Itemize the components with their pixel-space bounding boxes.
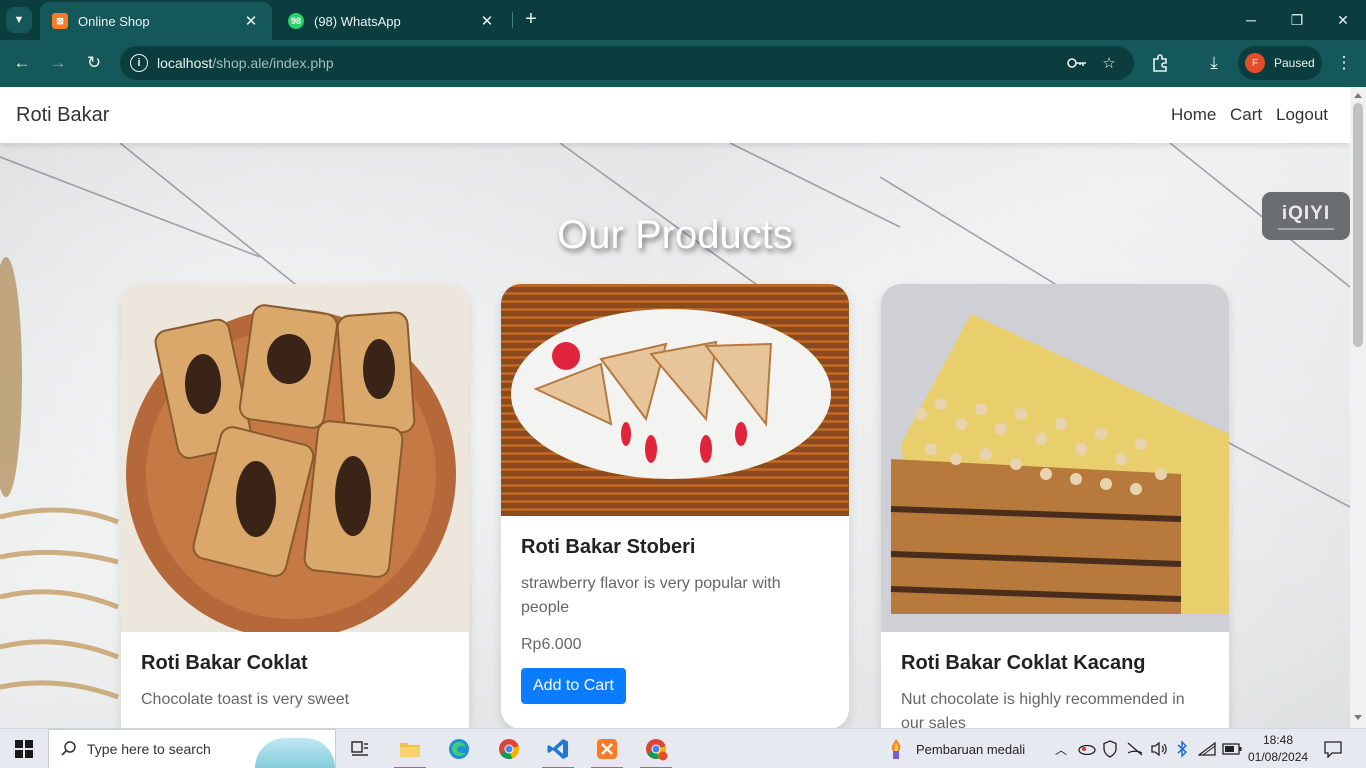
file-explorer-icon[interactable] [386,729,434,768]
product-price: Rp6.000 [521,636,582,653]
download-icon[interactable]: ⤓ [1202,51,1226,75]
task-view-icon[interactable] [336,729,384,768]
address-bar[interactable]: i localhost/shop.ale/index.php ☆ [120,46,1134,80]
iqiyi-logo[interactable]: iQIYI [1262,192,1350,240]
product-card-body: Roti Bakar Stoberi strawberry flavor is … [501,516,849,704]
profile-status: Paused [1274,56,1315,70]
tab-online-shop[interactable]: ⊠ Online Shop ✕ [40,2,272,40]
volume-icon[interactable] [1150,729,1168,768]
reload-button[interactable]: ↻ [82,51,106,75]
search-highlight-art [255,738,335,768]
chocolate-toast-photo [121,284,469,632]
product-name: Roti Bakar Coklat [141,652,308,674]
search-placeholder: Type here to search [87,741,211,757]
tab-title: Online Shop [78,13,150,29]
tab-whatsapp[interactable]: 98 (98) WhatsApp ✕ [276,2,508,40]
url-text[interactable]: localhost/shop.ale/index.php [157,55,334,71]
chrome-icon[interactable] [485,729,533,768]
close-icon[interactable]: ✕ [478,12,496,30]
product-card: Roti Bakar Stoberi strawberry flavor is … [501,284,849,728]
product-card: Roti Bakar Coklat Chocolate toast is ver… [121,284,469,728]
product-card: Roti Bakar Coklat Kacang Nut chocolate i… [881,284,1229,728]
page-scrollbar[interactable] [1350,87,1366,728]
forward-button[interactable]: → [46,51,70,75]
extensions-icon[interactable] [1148,51,1172,75]
browser-tab-bar: ▼ ⊠ Online Shop ✕ 98 (98) WhatsApp ✕ + ─… [0,0,1366,40]
url-host: localhost [157,55,213,71]
xampp-icon: ⊠ [52,13,68,29]
bookmark-star-icon[interactable]: ☆ [1098,52,1120,74]
security-shield-icon[interactable] [1102,729,1118,768]
windows-logo-icon [15,740,33,758]
minimize-button[interactable]: ─ [1228,0,1274,40]
menu-kebab-icon[interactable]: ⋮ [1332,51,1356,75]
edge-icon[interactable] [435,729,483,768]
tray-overflow-icon[interactable]: ︿ [1055,729,1067,768]
product-description: Nut chocolate is highly recommended in o… [901,691,1185,728]
tab-title: (98) WhatsApp [314,13,401,29]
windows-taskbar: Type here to search Pembaruan medali ︿ 1… [0,728,1366,768]
scroll-down-arrow[interactable] [1354,715,1362,720]
search-icon [61,741,76,756]
site-info-icon[interactable]: i [130,54,148,72]
clock-date: 01/08/2024 [1248,750,1309,764]
new-tab-button[interactable]: + [520,8,542,30]
whatsapp-icon: 98 [288,13,304,29]
battery-icon[interactable] [1222,729,1242,768]
start-button[interactable] [0,729,48,768]
iqiyi-logo-text: iQIYI [1281,202,1331,224]
xampp-icon[interactable] [583,729,631,768]
product-card-body: Roti Bakar Coklat Chocolate toast is ver… [121,632,469,712]
nav-cart-link[interactable]: Cart [1230,105,1262,125]
product-description: Chocolate toast is very sweet [141,691,350,708]
nav-home-link[interactable]: Home [1171,105,1216,125]
product-card-body: Roti Bakar Coklat Kacang Nut chocolate i… [881,632,1229,728]
strawberry-toast-photo [501,284,849,516]
wifi-icon[interactable] [1198,729,1216,768]
taskbar-search[interactable]: Type here to search [48,729,336,768]
product-name: Roti Bakar Stoberi [521,536,696,558]
browser-toolbar: ← → ↻ i localhost/shop.ale/index.php ☆ ⤓… [0,40,1366,87]
page-title: Our Products [557,213,793,257]
bluetooth-icon[interactable] [1176,729,1188,768]
avatar: F [1245,53,1265,73]
nut-chocolate-toast-photo [881,284,1229,632]
chrome-profile-icon[interactable] [632,729,680,768]
network-off-icon[interactable] [1126,729,1144,768]
restore-button[interactable]: ❐ [1274,0,1320,40]
clock-time: 18:48 [1262,733,1294,747]
profile-button[interactable]: F Paused [1238,46,1322,80]
add-to-cart-button[interactable]: Add to Cart [521,668,626,704]
close-icon[interactable]: ✕ [242,12,260,30]
product-name: Roti Bakar Coklat Kacang [901,652,1146,674]
tab-separator [512,12,513,28]
iqiyi-logo-bar [1278,227,1334,230]
back-button[interactable]: ← [10,51,34,75]
site-navbar: Roti Bakar Home Cart Logout [0,87,1350,143]
site-brand[interactable]: Roti Bakar [16,104,109,127]
news-widget-text: Pembaruan medali [916,741,1026,757]
taskbar-clock[interactable]: 18:48 01/08/2024 [1248,732,1308,766]
vscode-icon[interactable] [534,729,582,768]
scroll-thumb[interactable] [1353,103,1363,347]
close-window-button[interactable]: ✕ [1320,0,1366,40]
torch-icon [891,739,901,759]
product-description: strawberry flavor is very popular with p… [521,575,781,616]
tab-search-button[interactable]: ▼ [6,7,32,33]
password-key-icon[interactable] [1066,52,1088,74]
tray-cloud-icon[interactable] [1078,729,1096,768]
notifications-icon[interactable] [1324,729,1342,768]
nav-logout-link[interactable]: Logout [1276,105,1328,125]
scroll-up-arrow[interactable] [1354,93,1362,98]
url-path: /shop.ale/index.php [212,55,334,71]
page-viewport: Roti Bakar Home Cart Logout Our Products… [0,87,1350,728]
news-widget[interactable]: Pembaruan medali [886,729,1025,768]
